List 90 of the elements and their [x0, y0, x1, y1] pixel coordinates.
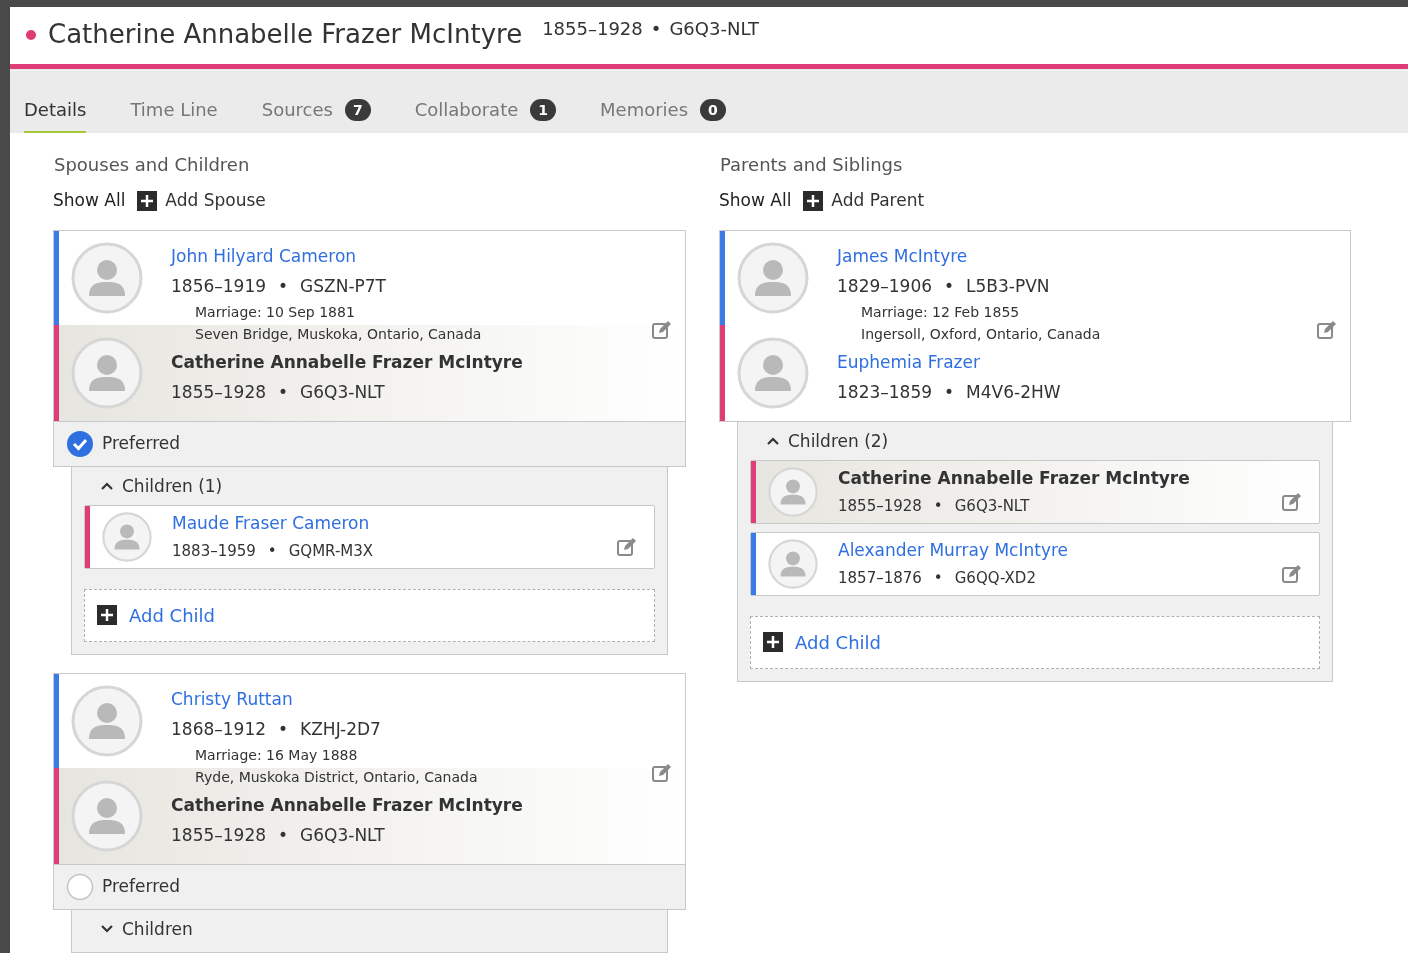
separator-dot: • — [944, 274, 955, 297]
edit-icon[interactable] — [616, 535, 638, 558]
person-name-link[interactable]: John Hilyard Cameron — [171, 244, 482, 267]
status-dot-icon — [26, 29, 36, 40]
separator-dot: • — [650, 17, 662, 41]
page-title: Catherine Annabelle Frazer McIntyre — [48, 18, 523, 51]
edit-icon[interactable] — [1281, 562, 1303, 585]
person-id: M4V6-2HW — [966, 380, 1061, 403]
marriage-place: Seven Bridge, Muskoka, Ontario, Canada — [195, 324, 482, 344]
separator-dot: • — [944, 380, 955, 403]
person-name-link[interactable]: Maude Fraser Cameron — [172, 511, 596, 534]
tab[interactable]: Sources 7 — [261, 96, 371, 133]
children-toggle[interactable]: Children (2) — [750, 429, 889, 452]
person-silhouette-icon — [737, 336, 809, 409]
chevron-up-icon — [100, 480, 114, 491]
add-child-button[interactable]: Add Child — [84, 588, 655, 642]
person-name: Catherine Annabelle Frazer McIntyre — [171, 350, 523, 373]
life-dates: 1857–1876 — [838, 567, 922, 589]
chevron-down-icon — [100, 923, 114, 934]
marriage-place: Ryde, Muskoka District, Ontario, Canada — [195, 767, 478, 787]
chevron-up-icon — [766, 435, 780, 446]
separator-dot: • — [933, 567, 943, 589]
section-title: Spouses and Children — [53, 153, 251, 177]
person-name-link[interactable]: James McIntyre — [837, 244, 1101, 267]
section-title: Parents and Siblings — [719, 153, 904, 177]
separator-dot: • — [933, 495, 943, 517]
person-id: G6Q3-NLT — [300, 823, 385, 846]
separator-dot: • — [267, 540, 277, 562]
tab[interactable]: Details — [24, 96, 87, 133]
life-dates: 1855–1928 — [171, 380, 267, 403]
person-silhouette-icon — [71, 336, 143, 409]
plus-icon — [137, 190, 158, 211]
person-name: Catherine Annabelle Frazer McIntyre — [171, 793, 523, 816]
person-silhouette-icon — [71, 241, 143, 314]
person-name-link[interactable]: Alexander Murray McIntyre — [838, 538, 1261, 561]
marriage-date: Marriage: 16 May 1888 — [195, 745, 359, 765]
tab[interactable]: Time Line — [130, 96, 218, 133]
person-silhouette-icon — [768, 466, 818, 517]
person-silhouette-icon — [71, 684, 143, 757]
marriage-place: Ingersoll, Oxford, Ontario, Canada — [861, 324, 1101, 344]
plus-icon — [763, 632, 783, 652]
life-dates: 1855–1928 — [838, 495, 922, 517]
person-silhouette-icon — [737, 241, 809, 314]
separator-dot: • — [278, 717, 289, 740]
marriage-date: Marriage: 10 Sep 1881 — [195, 302, 356, 322]
edit-icon[interactable] — [651, 318, 673, 341]
person-id: G6Q3-NLT — [300, 380, 385, 403]
show-all-link[interactable]: Show All — [719, 188, 792, 214]
person-silhouette-icon — [71, 779, 143, 852]
person-id: GQMR-M3X — [288, 540, 374, 562]
preferred-radio[interactable]: Preferred — [53, 421, 686, 467]
life-dates: 1855–1928 — [171, 823, 267, 846]
life-dates: 1856–1919 — [171, 274, 267, 297]
life-dates: 1883–1959 — [172, 540, 256, 562]
person-silhouette-icon — [102, 511, 152, 562]
person-name-link[interactable]: Euphemia Frazer — [837, 350, 1061, 373]
marriage-date: Marriage: 12 Feb 1855 — [861, 302, 1021, 322]
life-dates: 1829–1906 — [837, 274, 933, 297]
count-badge: 0 — [700, 98, 726, 121]
add-child-button[interactable]: Add Child — [750, 615, 1320, 669]
person-id: G6Q3-NLT — [669, 17, 759, 41]
tab[interactable]: Memories 0 — [600, 96, 726, 133]
count-badge: 7 — [344, 98, 371, 121]
person-id: L5B3-PVN — [966, 274, 1050, 297]
life-dates: 1823–1859 — [837, 380, 933, 403]
edit-icon[interactable] — [1281, 490, 1303, 513]
person-id: G6QQ-XD2 — [954, 567, 1036, 589]
count-badge: 1 — [530, 98, 557, 121]
children-toggle[interactable]: Children (1) — [84, 474, 223, 497]
add-link[interactable]: Add Parent — [803, 188, 925, 214]
person-id: G6Q3-NLT — [954, 495, 1030, 517]
life-dates: 1855–1928 — [542, 17, 643, 41]
person-name-link[interactable]: Christy Ruttan — [171, 687, 478, 710]
tab[interactable]: Collaborate 1 — [414, 96, 557, 133]
preferred-radio[interactable]: Preferred — [53, 864, 686, 910]
add-link[interactable]: Add Spouse — [137, 188, 266, 214]
person-silhouette-icon — [768, 538, 818, 589]
person-id: GSZN-P7T — [300, 274, 386, 297]
edit-icon[interactable] — [1316, 318, 1338, 341]
person-name: Catherine Annabelle Frazer McIntyre — [838, 466, 1191, 489]
plus-icon — [803, 190, 824, 211]
edit-icon[interactable] — [651, 761, 673, 784]
life-dates: 1868–1912 — [171, 717, 267, 740]
person-id: KZHJ-2D7 — [300, 717, 381, 740]
children-toggle[interactable]: Children — [84, 917, 193, 940]
separator-dot: • — [278, 823, 289, 846]
separator-dot: • — [278, 274, 289, 297]
show-all-link[interactable]: Show All — [53, 188, 126, 214]
separator-dot: • — [278, 380, 289, 403]
plus-icon — [97, 605, 117, 625]
